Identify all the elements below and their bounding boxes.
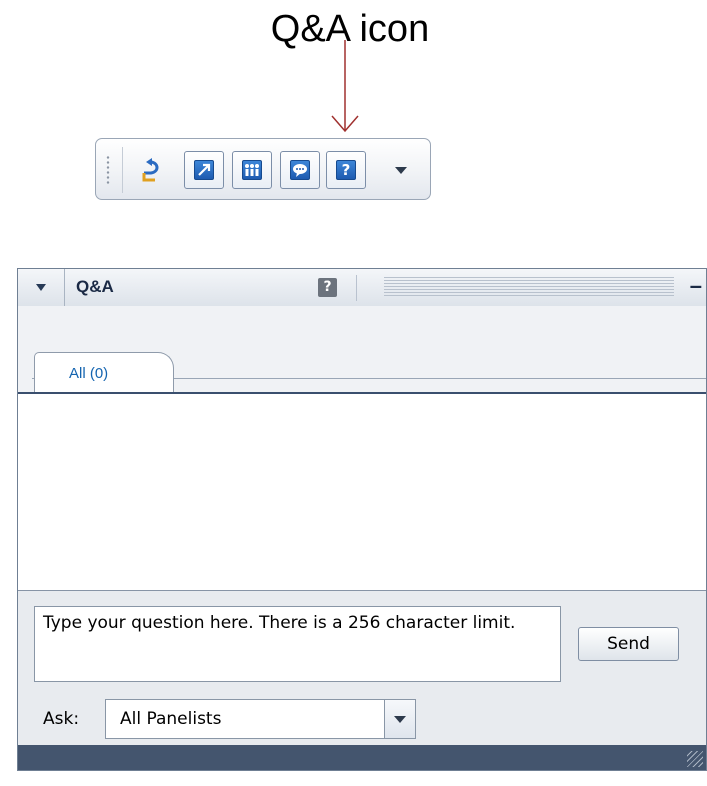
participants-button[interactable] [232,151,272,189]
qa-button[interactable]: ? [326,151,366,189]
toolbar-divider [122,147,123,193]
header-separator [356,275,357,301]
minimize-button[interactable]: – [690,275,702,297]
tab-all[interactable]: All (0) [34,352,174,392]
ask-selected-value: All Panelists [120,709,222,729]
question-input[interactable]: Type your question here. There is a 256 … [34,606,561,682]
share-button[interactable] [184,151,224,189]
question-composer: Type your question here. There is a 256 … [18,591,706,746]
qa-panel: Q&A ? – All (0) Type your question here.… [17,268,707,771]
chevron-down-icon [394,715,406,723]
return-button[interactable] [129,151,169,189]
share-icon [194,160,214,180]
help-icon[interactable]: ? [318,278,337,297]
return-arrow-icon [142,158,159,182]
question-list [18,394,706,591]
ask-dropdown-button[interactable] [384,700,415,738]
qa-icon: ? [336,160,356,180]
callout-arrow [331,40,359,133]
collapse-toggle[interactable] [18,269,65,306]
chat-button[interactable] [280,151,320,189]
panel-title: Q&A [76,277,114,296]
panel-header: Q&A ? – [18,269,706,307]
resize-grip-icon[interactable] [687,751,703,767]
tab-strip: All (0) [18,306,706,394]
participants-icon [242,160,262,180]
toolbar-grip[interactable] [106,155,110,185]
status-bar [18,745,706,770]
send-button[interactable]: Send [578,627,679,661]
tab-all-label: All (0) [69,365,109,382]
floating-toolbar: ? [95,138,431,200]
ask-recipient-select[interactable]: All Panelists [105,699,416,739]
chat-icon [290,160,310,180]
ask-label: Ask: [43,709,80,729]
header-drag-grip[interactable] [384,277,674,298]
toolbar-menu-button[interactable] [381,151,421,189]
chevron-down-icon [395,166,407,174]
collapse-arrow-icon [36,284,46,291]
